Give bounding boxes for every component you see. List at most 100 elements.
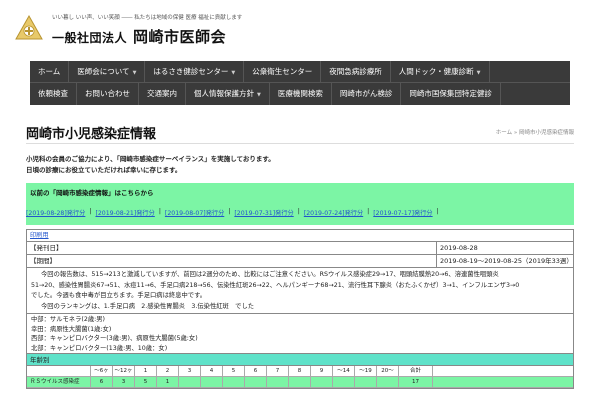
nav-item-label: 交通案内 bbox=[147, 89, 177, 98]
nav-item[interactable]: 依頼検査 bbox=[30, 83, 77, 105]
nav-item-label: 医療機関検索 bbox=[277, 89, 323, 98]
past-issue-link[interactable]: [2019-07-24]発行分 bbox=[304, 208, 363, 217]
age-cell: 6 bbox=[91, 377, 113, 387]
nav-item[interactable]: 医療機関検索 bbox=[270, 83, 332, 105]
age-column-header: 合計 bbox=[399, 366, 433, 376]
region-line: 幸田：病原性大腸菌(1歳:女) bbox=[31, 325, 112, 333]
nav-row-secondary: 依頼検査 お問い合わせ 交通案内 個人情報保護方針 ▼ 医療機関検索 岡崎市がん検診 岡崎市国… bbox=[30, 83, 570, 105]
title-divider bbox=[26, 143, 574, 144]
past-issues-box: 以前の「岡崎市感染症情報」はこちらから [2019-08-28]発行分 | [201… bbox=[26, 183, 574, 225]
link-separator: | bbox=[228, 208, 231, 215]
age-header-blank bbox=[27, 366, 91, 376]
page-title: 岡崎市小児感染症情報 bbox=[26, 127, 157, 142]
nav-item[interactable]: 個人情報保護方針 ▼ bbox=[186, 83, 270, 105]
past-issue-link[interactable]: [2019-08-07]発行分 bbox=[165, 208, 224, 217]
nav-item-label: ホーム bbox=[38, 66, 61, 76]
nav-item-label: お問い合わせ bbox=[85, 89, 130, 98]
nav-item[interactable]: お問い合わせ bbox=[77, 83, 139, 105]
nav-item[interactable]: 医師会について ▼ bbox=[69, 60, 146, 83]
nav-item-label: 依頼検査 bbox=[38, 89, 68, 98]
org-prefix: 一般社団法人 bbox=[52, 31, 128, 45]
link-separator: | bbox=[297, 208, 300, 215]
disease-name: ＲＳウイルス感染症 bbox=[27, 377, 91, 387]
org-name: 岡崎市医師会 bbox=[133, 28, 227, 46]
age-column-header: ～6ヶ bbox=[91, 366, 113, 376]
link-separator: | bbox=[158, 208, 161, 215]
intro-line: 小児科の会員のご協力により、「岡崎市感染症サーベイランス」を実施しております。 bbox=[26, 155, 275, 163]
past-issue-link[interactable]: [2019-08-21]発行分 bbox=[95, 208, 154, 217]
report-summary: 今回の報告数は、515→213と激減していますが、前回は2週分のため、比較にはご… bbox=[27, 268, 573, 314]
period-row: 【期間】 2019-08-19～2019-08-25（2019年33週） bbox=[27, 255, 573, 268]
age-cell bbox=[179, 377, 201, 387]
medical-association-emblem-icon[interactable] bbox=[14, 14, 44, 44]
region-line: 北部：キャンピロバクター(13歳:男、10歳：女) bbox=[31, 344, 168, 352]
chevron-down-icon: ▼ bbox=[257, 92, 261, 98]
age-column-header: ～14 bbox=[333, 366, 355, 376]
age-row-filler bbox=[433, 377, 573, 387]
summary-line: 今回のランキングは、1.手足口病 2.感染性胃腸炎 3.伝染性紅斑 でした bbox=[41, 302, 255, 310]
chevron-down-icon: ▼ bbox=[231, 69, 236, 76]
age-row-filler bbox=[433, 366, 573, 376]
age-column-header: 20～ bbox=[377, 366, 399, 376]
site-header: いい暮し いい声、いい笑顔 ―― 私たちは地域の保健 医療 福祉に貢献します 一… bbox=[0, 0, 600, 58]
print-row: 印刷用 bbox=[27, 230, 573, 242]
link-separator: | bbox=[89, 208, 92, 215]
age-cell bbox=[377, 377, 399, 387]
summary-line: 今回の報告数は、515→213と激減していますが、前回は2週分のため、比較にはご… bbox=[41, 271, 499, 278]
site-tagline: いい暮し いい声、いい笑顔 ―― 私たちは地域の保健 医療 福祉に貢献します bbox=[52, 15, 243, 21]
nav-item[interactable]: ホーム bbox=[30, 60, 70, 83]
age-column-header: ～12ヶ bbox=[113, 366, 135, 376]
past-issue-link[interactable]: [2019-07-17]発行分 bbox=[373, 208, 432, 217]
nav-item[interactable]: 交通案内 bbox=[139, 83, 186, 105]
site-title[interactable]: 一般社団法人 岡崎市医師会 bbox=[52, 26, 226, 47]
past-issue-link[interactable]: [2019-07-31]発行分 bbox=[234, 208, 293, 217]
age-column-header: ～19 bbox=[355, 366, 377, 376]
age-cell bbox=[355, 377, 377, 387]
nav-item-label: 医師会について bbox=[77, 66, 130, 76]
past-issue-link[interactable]: [2019-08-28]発行分 bbox=[26, 208, 85, 217]
region-line: 中部：サルモネラ(2歳:男) bbox=[31, 316, 106, 323]
nav-row-primary: ホーム 医師会について ▼ はるさき健診センター ▼ 公衆衛生センター 夜間急病診療所 人間ド… bbox=[30, 60, 570, 83]
intro-text: 小児科の会員のご協力により、「岡崎市感染症サーベイランス」を実施しております。 … bbox=[26, 154, 574, 176]
age-cell: 1 bbox=[157, 377, 179, 387]
print-link[interactable]: 印刷用 bbox=[30, 232, 49, 239]
age-cell: 17 bbox=[399, 377, 433, 387]
issued-label: 【発刊日】 bbox=[27, 242, 437, 254]
age-table: ～6ヶ ～12ヶ 1 2 3 4 5 6 7 8 9 ～14 ～19 20～ 合計 ＲＳウイルス感染症 6 3 5 1… bbox=[27, 366, 573, 388]
region-reports: 中部：サルモネラ(2歳:男) 幸田：病原性大腸菌(1歳:女) 西部：キャンピロバ… bbox=[27, 314, 573, 354]
age-section-header: 年齢別 bbox=[27, 354, 573, 366]
nav-item[interactable]: 公衆衛生センター bbox=[244, 60, 322, 83]
nav-item[interactable]: 人間ドック・健康診断 ▼ bbox=[391, 60, 490, 83]
nav-item[interactable]: はるさき健診センター ▼ bbox=[145, 60, 245, 83]
link-separator: | bbox=[367, 208, 370, 215]
age-cell bbox=[267, 377, 289, 387]
summary-line: でした。今週も食中毒が目立ちます。手足口病は終息中です。 bbox=[31, 292, 207, 299]
age-column-header: 5 bbox=[223, 366, 245, 376]
main-navigation: ホーム 医師会について ▼ はるさき健診センター ▼ 公衆衛生センター 夜間急病診療所 人間ド… bbox=[30, 60, 570, 105]
period-label: 【期間】 bbox=[27, 255, 437, 267]
age-table-header: ～6ヶ ～12ヶ 1 2 3 4 5 6 7 8 9 ～14 ～19 20～ 合計 bbox=[27, 366, 573, 377]
age-cell: 3 bbox=[113, 377, 135, 387]
nav-item-label: 夜間急病診療所 bbox=[329, 66, 382, 76]
age-cell bbox=[311, 377, 333, 387]
intro-line: 日頃の診療にお役立ていただければ幸いに存じます。 bbox=[26, 166, 182, 174]
chevron-down-icon: ▼ bbox=[132, 69, 137, 76]
past-issues-links: [2019-08-28]発行分 | [2019-08-21]発行分 | [2019-08… bbox=[26, 208, 574, 217]
age-cell bbox=[289, 377, 311, 387]
nav-item-label: はるさき健診センター bbox=[153, 66, 229, 76]
nav-item[interactable]: 夜間急病診療所 bbox=[321, 60, 391, 83]
age-column-header: 4 bbox=[201, 366, 223, 376]
age-cell: 5 bbox=[135, 377, 157, 387]
nav-item-label: 岡崎市国保集団特定健診 bbox=[409, 89, 492, 98]
report-table: 印刷用 【発刊日】 2019-08-28 【期間】 2019-08-19～201… bbox=[26, 229, 574, 389]
nav-item[interactable]: 岡崎市がん検診 bbox=[332, 83, 402, 105]
past-issues-heading: 以前の「岡崎市感染症情報」はこちらから bbox=[30, 189, 154, 197]
nav-item[interactable]: 岡崎市国保集団特定健診 bbox=[401, 83, 501, 105]
age-column-header: 6 bbox=[245, 366, 267, 376]
nav-item-label: 岡崎市がん検診 bbox=[339, 89, 393, 98]
chevron-down-icon: ▼ bbox=[476, 69, 481, 76]
breadcrumb[interactable]: ホーム » 岡崎市小児感染症情報 bbox=[496, 128, 574, 136]
age-column-header: 7 bbox=[267, 366, 289, 376]
age-column-header: 9 bbox=[311, 366, 333, 376]
period-value: 2019-08-19～2019-08-25（2019年33週） bbox=[440, 257, 573, 265]
